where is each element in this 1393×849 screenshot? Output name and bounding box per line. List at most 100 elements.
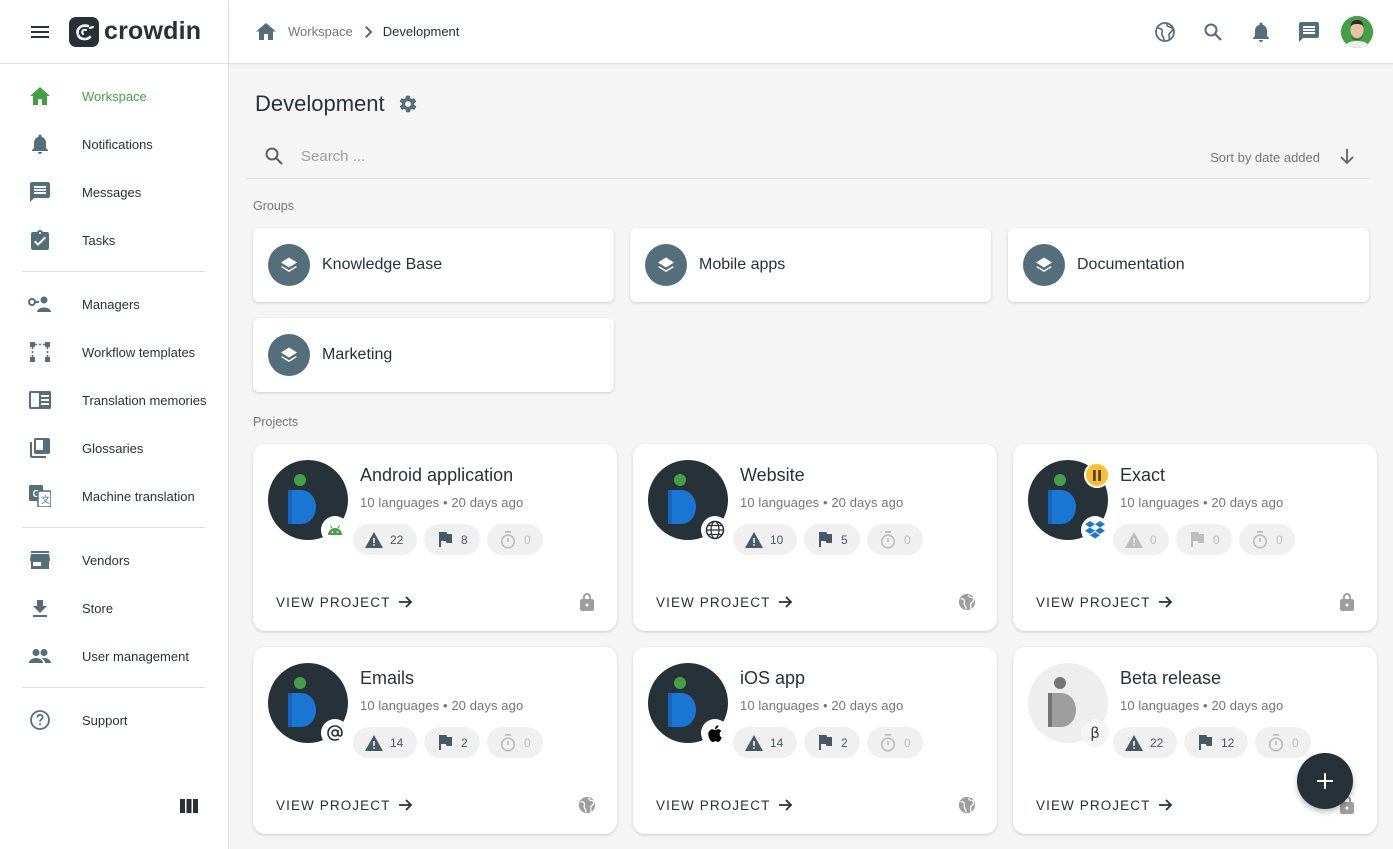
- group-card-knowledge-base[interactable]: Knowledge Base: [253, 228, 614, 302]
- clipboard-check-icon: [28, 228, 52, 252]
- view-project-button[interactable]: VIEW PROJECT: [276, 594, 414, 610]
- timer-icon: [498, 530, 518, 550]
- timer-icon: [878, 530, 898, 550]
- layers-icon: [268, 244, 310, 286]
- pending-chip[interactable]: 0: [1255, 727, 1311, 758]
- flags-chip[interactable]: 0: [1176, 524, 1232, 555]
- sort-control[interactable]: Sort by date added: [1210, 146, 1358, 168]
- sidebar-item-tasks[interactable]: Tasks: [0, 216, 228, 264]
- flags-chip[interactable]: 5: [804, 524, 860, 555]
- timer-icon: [1266, 733, 1286, 753]
- flags-chip[interactable]: 2: [804, 727, 860, 758]
- sidebar-item-managers[interactable]: Managers: [0, 280, 228, 328]
- project-card-android-application[interactable]: Android application 10 languages • 20 da…: [253, 444, 617, 631]
- project-meta: 10 languages • 20 days ago: [360, 495, 524, 510]
- sidebar-item-notifications[interactable]: Notifications: [0, 120, 228, 168]
- issues-count: 0: [1150, 532, 1157, 547]
- project-card-emails[interactable]: Emails 10 languages • 20 days ago 14 2 0…: [253, 647, 617, 834]
- sidebar-item-store[interactable]: Store: [0, 584, 228, 632]
- pending-chip[interactable]: 0: [1239, 524, 1295, 555]
- group-card-marketing[interactable]: Marketing: [253, 318, 614, 392]
- pending-count: 0: [1276, 532, 1283, 547]
- sidebar-item-label: Notifications: [82, 136, 153, 152]
- view-project-label: VIEW PROJECT: [276, 797, 391, 813]
- add-button[interactable]: [1297, 753, 1353, 809]
- library-icon: [28, 436, 52, 460]
- help-circle-icon: [28, 708, 52, 732]
- flags-count: 8: [461, 532, 468, 547]
- project-card-ios-app[interactable]: iOS app 10 languages • 20 days ago 14 2 …: [633, 647, 997, 834]
- view-project-button[interactable]: VIEW PROJECT: [1036, 797, 1174, 813]
- sidebar-item-support[interactable]: Support: [0, 696, 228, 744]
- crowdin-logo[interactable]: crowdin: [69, 16, 201, 47]
- issues-chip[interactable]: 22: [1113, 727, 1177, 758]
- flag-icon: [815, 733, 835, 753]
- search-icon[interactable]: [1201, 15, 1225, 49]
- breadcrumb-workspace-link[interactable]: Workspace: [288, 24, 353, 39]
- user-avatar[interactable]: [1341, 16, 1373, 48]
- sidebar-item-label: Messages: [82, 184, 142, 200]
- view-project-button[interactable]: VIEW PROJECT: [1036, 594, 1174, 610]
- issues-chip[interactable]: 14: [353, 727, 417, 758]
- sidebar-nav: Workspace Notifications Messages Tasks M…: [0, 64, 228, 744]
- search-icon: [263, 145, 285, 167]
- sidebar-item-machine-translation[interactable]: G文 Machine translation: [0, 472, 228, 520]
- issues-count: 22: [1150, 735, 1164, 750]
- project-stats: 10 5 0: [733, 524, 930, 555]
- pending-count: 0: [904, 532, 911, 547]
- pending-chip[interactable]: 0: [867, 524, 923, 555]
- project-stats: 14 2 0: [353, 727, 550, 758]
- sidebar-item-workflow-templates[interactable]: Workflow templates: [0, 328, 228, 376]
- project-name: Android application: [360, 465, 514, 485]
- sidebar-item-translation-memories[interactable]: Translation memories: [0, 376, 228, 424]
- arrow-right-icon: [1158, 797, 1174, 813]
- project-card-website[interactable]: Website 10 languages • 20 days ago 10 5 …: [633, 444, 997, 631]
- group-name: Documentation: [1077, 256, 1185, 273]
- project-name: Emails: [360, 668, 415, 688]
- menu-icon[interactable]: [28, 20, 52, 44]
- flag-icon: [1187, 530, 1207, 550]
- flags-chip[interactable]: 12: [1184, 727, 1248, 758]
- view-project-button[interactable]: VIEW PROJECT: [656, 797, 794, 813]
- issues-chip[interactable]: 0: [1113, 524, 1169, 555]
- group-card-mobile-apps[interactable]: Mobile apps: [630, 228, 991, 302]
- sidebar-item-user-management[interactable]: User management: [0, 632, 228, 680]
- pending-chip[interactable]: 0: [487, 727, 543, 758]
- sidebar-item-label: User management: [82, 648, 189, 664]
- android-icon: [321, 516, 349, 544]
- app-root: crowdin Workspace Notifications Messages…: [0, 0, 1393, 849]
- pending-chip[interactable]: 0: [867, 727, 923, 758]
- group-card-documentation[interactable]: Documentation: [1008, 228, 1369, 302]
- sidebar-item-label: Workspace: [82, 88, 147, 104]
- timer-icon: [1250, 530, 1270, 550]
- sidebar-item-label: Support: [82, 712, 128, 728]
- message-icon[interactable]: [1297, 15, 1321, 49]
- home-icon[interactable]: [255, 21, 277, 43]
- book-icon: [28, 388, 52, 412]
- view-columns-icon[interactable]: [178, 796, 200, 816]
- issues-chip[interactable]: 10: [733, 524, 797, 555]
- sidebar-item-vendors[interactable]: Vendors: [0, 536, 228, 584]
- flags-chip[interactable]: 8: [424, 524, 480, 555]
- sidebar-item-glossaries[interactable]: Glossaries: [0, 424, 228, 472]
- sidebar-item-workspace[interactable]: Workspace: [0, 72, 228, 120]
- arrow-down-icon[interactable]: [1336, 146, 1358, 168]
- project-meta: 10 languages • 20 days ago: [360, 698, 524, 713]
- flags-chip[interactable]: 2: [424, 727, 480, 758]
- project-stats: 0 0 0: [1113, 524, 1302, 555]
- sidebar-item-messages[interactable]: Messages: [0, 168, 228, 216]
- language-globe-icon[interactable]: [1153, 15, 1177, 49]
- search-input[interactable]: [301, 147, 1001, 165]
- message-icon: [28, 180, 52, 204]
- public-globe-icon: [577, 795, 597, 815]
- bell-icon: [28, 132, 52, 156]
- issues-chip[interactable]: 14: [733, 727, 797, 758]
- view-project-button[interactable]: VIEW PROJECT: [276, 797, 414, 813]
- bell-icon[interactable]: [1249, 15, 1273, 49]
- issues-chip[interactable]: 22: [353, 524, 417, 555]
- gear-icon[interactable]: [397, 93, 419, 115]
- view-project-button[interactable]: VIEW PROJECT: [656, 594, 794, 610]
- pending-chip[interactable]: 0: [487, 524, 543, 555]
- project-card-exact[interactable]: Exact 10 languages • 20 days ago 0 0 0 V…: [1013, 444, 1377, 631]
- project-name: Beta release: [1120, 668, 1222, 688]
